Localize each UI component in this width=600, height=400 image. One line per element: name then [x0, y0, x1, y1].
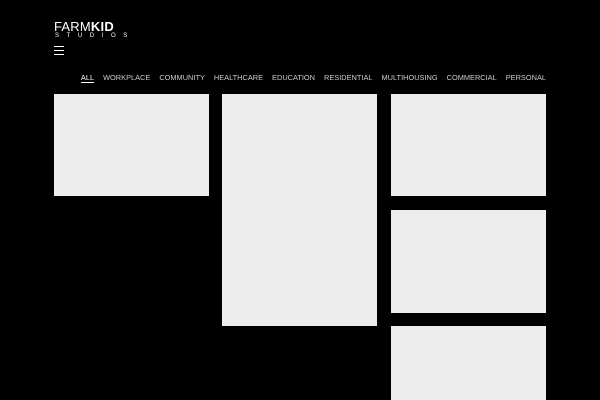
project-tile[interactable]: [222, 94, 377, 326]
category-filter-nav: ALL WORKPLACE COMMUNITY HEALTHCARE EDUCA…: [81, 72, 546, 84]
logo-wordmark: FARMKID: [54, 20, 114, 33]
filter-residential[interactable]: RESIDENTIAL: [324, 72, 372, 84]
filter-healthcare[interactable]: HEALTHCARE: [214, 72, 263, 84]
filter-personal[interactable]: PERSONAL: [506, 72, 546, 84]
project-tile[interactable]: [391, 326, 546, 400]
filter-commercial[interactable]: COMMERCIAL: [447, 72, 497, 84]
project-tile[interactable]: [391, 94, 546, 196]
logo-kid-text: KID: [90, 19, 114, 34]
filter-workplace[interactable]: WORKPLACE: [103, 72, 150, 84]
brand-logo[interactable]: FARMKID STUDIOS: [54, 20, 140, 40]
hamburger-menu-icon[interactable]: [54, 46, 64, 55]
logo-studios-text: STUDIOS: [55, 33, 135, 39]
menu-line: [54, 46, 64, 47]
project-tile[interactable]: [54, 94, 209, 196]
filter-community[interactable]: COMMUNITY: [159, 72, 205, 84]
menu-line: [54, 54, 64, 55]
logo-farm-text: FARM: [54, 19, 91, 34]
filter-multihousing[interactable]: MULTIHOUSING: [382, 72, 438, 84]
project-tile[interactable]: [391, 210, 546, 313]
filter-education[interactable]: EDUCATION: [272, 72, 315, 84]
filter-all[interactable]: ALL: [81, 72, 94, 84]
menu-line: [54, 50, 64, 51]
